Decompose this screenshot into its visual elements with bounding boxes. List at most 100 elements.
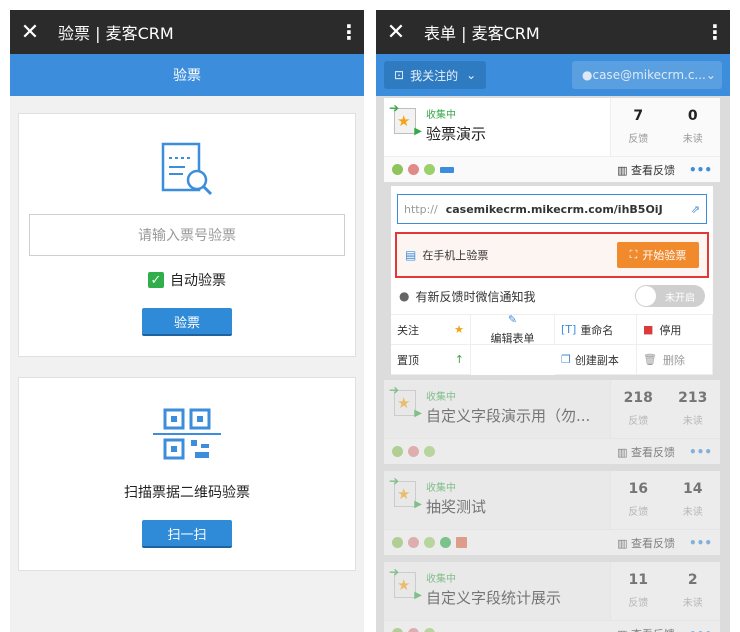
channel-icon — [392, 537, 403, 548]
wechat-icon — [440, 537, 451, 548]
qr-code-icon — [153, 408, 221, 460]
follow-button[interactable]: 关注 ★ — [391, 315, 471, 345]
start-verify-button[interactable]: ⛶ 开始验票 — [617, 242, 699, 268]
ticket-icon — [440, 166, 454, 173]
form-status: 收集中 — [426, 392, 456, 403]
chart-icon: ▥ — [617, 536, 631, 550]
channel-icon — [408, 628, 419, 632]
window-title: 表单 | 麦客CRM — [424, 24, 540, 43]
ticket-number-input[interactable]: 请输入票号验票 — [29, 214, 345, 256]
form-card[interactable]: ➔ ★ ▶ 收集中 验票演示 7 反馈 0 未读 ▥ 查看反馈 ••• — [384, 98, 720, 182]
unread-label: 未读 — [682, 507, 703, 518]
rename-icon: [T] — [561, 323, 577, 336]
view-feedback-link[interactable]: ▥ 查看反馈 — [617, 444, 675, 460]
form-icon: ➔ ★ ▶ — [389, 101, 422, 137]
pencil-icon: ✎ — [507, 313, 518, 326]
duplicate-button[interactable]: ❐ 创建副本 — [555, 345, 637, 375]
more-options-icon[interactable]: ••• — [689, 163, 712, 177]
form-card[interactable]: ➔★▶ 收集中自定义字段统计展示 11 反馈 2 未读 ▥ 查看反馈 ••• — [384, 562, 720, 632]
view-feedback-link[interactable]: ▥ 查看反馈 — [617, 162, 675, 178]
channel-icon — [424, 537, 435, 548]
filter-dropdown[interactable]: ⊡ 我关注的 ⌄ — [384, 61, 487, 89]
view-feedback-link[interactable]: ▥ 查看反馈 — [617, 626, 675, 632]
disable-button[interactable]: ■ 停用 — [637, 315, 713, 345]
ticket-icon: ▤ — [405, 248, 417, 262]
form-expanded-panel: http:// casemikecrm.mikecrm.com/ihB5OiJ … — [391, 186, 713, 375]
form-url[interactable]: casemikecrm.mikecrm.com/ihB5OiJ — [446, 203, 663, 216]
account-dropdown[interactable]: ● case@mikecrm.c... ⌄ — [572, 61, 722, 89]
edit-form-button[interactable]: ✎ 编辑表单 — [471, 313, 555, 345]
forms-toolbar: ⊡ 我关注的 ⌄ ● case@mikecrm.c... ⌄ — [376, 54, 730, 96]
mobile-verify-label: 在手机上验票 — [422, 249, 489, 262]
form-url-box[interactable]: http:// casemikecrm.mikecrm.com/ihB5OiJ … — [397, 194, 707, 224]
channel-icon — [408, 537, 419, 548]
open-link-icon[interactable]: ⇗ — [691, 203, 700, 216]
unread-label: 未读 — [682, 598, 703, 609]
rename-button[interactable]: [T] 重命名 — [555, 315, 637, 345]
mobile-verify-row: ▤ 在手机上验票 ⛶ 开始验票 — [395, 232, 709, 278]
channel-icon — [392, 164, 403, 175]
chevron-down-icon: ⌄ — [466, 68, 477, 82]
channel-icon — [408, 164, 419, 175]
star-icon: ★ — [454, 323, 464, 336]
forms-screen: ✕ 表单 | 麦客CRM ⋮ ⊡ 我关注的 ⌄ ● case@mikecrm.c… — [376, 10, 730, 632]
unread-label: 未读 — [682, 134, 703, 145]
form-name[interactable]: 自定义字段演示用（勿... — [426, 405, 610, 426]
pin-top-button[interactable]: 置顶 ↑ — [391, 345, 471, 375]
form-card[interactable]: ➔ ★ ▶ 收集中 抽奖测试 16 反馈 14 未读 ▥ 查看反馈 ••• — [384, 471, 720, 555]
notify-toggle[interactable]: 未开启 — [635, 285, 705, 307]
chart-icon: ▥ — [617, 163, 631, 177]
auto-verify-row[interactable]: ✓ 自动验票 — [19, 270, 355, 290]
user-icon: ● — [582, 68, 593, 82]
scan-button[interactable]: 扫一扫 — [142, 520, 232, 548]
form-status: 收集中 — [426, 483, 456, 494]
more-options-icon[interactable]: ••• — [689, 536, 712, 550]
more-options-icon[interactable]: ••• — [689, 627, 712, 632]
feedback-count: 11 — [628, 572, 648, 588]
ticket-verify-card: 请输入票号验票 ✓ 自动验票 验票 — [18, 113, 356, 357]
close-icon[interactable]: ✕ — [10, 20, 50, 45]
chart-icon: ▥ — [617, 628, 631, 632]
wechat-notify-row: ● 有新反馈时微信通知我 未开启 — [391, 278, 713, 314]
unread-count: 213 — [678, 390, 708, 406]
filter-label: 我关注的 — [410, 68, 459, 83]
chevron-down-icon: ⌄ — [705, 68, 716, 82]
scan-qr-label: 扫描票据二维码验票 — [124, 485, 250, 501]
title-bar: ✕ 表单 | 麦客CRM ⋮ — [376, 10, 730, 54]
verify-screen: ✕ 验票 | 麦客CRM ⋮ 验票 请输入票号验票 ✓ 自动验票 验票 扫描票据… — [10, 10, 364, 632]
qr-scan-card: 扫描票据二维码验票 扫一扫 — [18, 377, 356, 571]
gift-icon — [456, 537, 467, 548]
view-feedback-link[interactable]: ▥ 查看反馈 — [617, 535, 675, 551]
trash-icon: 🗑 — [643, 353, 657, 366]
arrow-up-icon: ↑ — [454, 353, 464, 366]
title-bar: ✕ 验票 | 麦客CRM ⋮ — [10, 10, 364, 54]
form-name[interactable]: 自定义字段统计展示 — [426, 587, 610, 608]
form-status: 收集中 — [426, 110, 456, 121]
page-header: 验票 — [10, 54, 364, 96]
more-options-icon[interactable]: ••• — [689, 445, 712, 459]
close-icon[interactable]: ✕ — [376, 20, 416, 45]
more-menu-icon[interactable]: ⋮ — [700, 20, 730, 44]
verify-button[interactable]: 验票 — [142, 308, 232, 336]
feedback-label: 反馈 — [628, 134, 649, 145]
unread-count: 14 — [683, 481, 703, 497]
channel-icon — [408, 446, 419, 457]
form-name[interactable]: 验票演示 — [426, 123, 610, 144]
form-icon: ➔ ★ ▶ — [389, 474, 422, 510]
filter-icon: ⊡ — [394, 68, 405, 82]
scan-icon: ⛶ — [629, 248, 638, 261]
chart-icon: ▥ — [617, 445, 631, 459]
copy-icon: ❐ — [561, 353, 571, 366]
form-operations: 关注 ★ ✎ 编辑表单 [T] 重命名 ■ 停用 置顶 ↑ ❐ 创建副本 🗑 删除 — [391, 313, 713, 375]
unread-count: 0 — [687, 108, 698, 124]
unread-label: 未读 — [682, 416, 703, 427]
unread-count: 2 — [687, 572, 698, 588]
delete-button[interactable]: 🗑 删除 — [637, 345, 713, 375]
stop-icon: ■ — [643, 323, 654, 336]
feedback-label: 反馈 — [628, 598, 649, 609]
form-card[interactable]: ➔ ★ ▶ 收集中 自定义字段演示用（勿... 218 反馈 213 未读 ▥ 查看反馈 ••… — [384, 380, 720, 464]
ticket-search-icon — [161, 142, 213, 196]
auto-verify-checkbox[interactable]: ✓ — [148, 272, 164, 288]
form-name[interactable]: 抽奖测试 — [426, 496, 610, 517]
more-menu-icon[interactable]: ⋮ — [334, 20, 364, 44]
